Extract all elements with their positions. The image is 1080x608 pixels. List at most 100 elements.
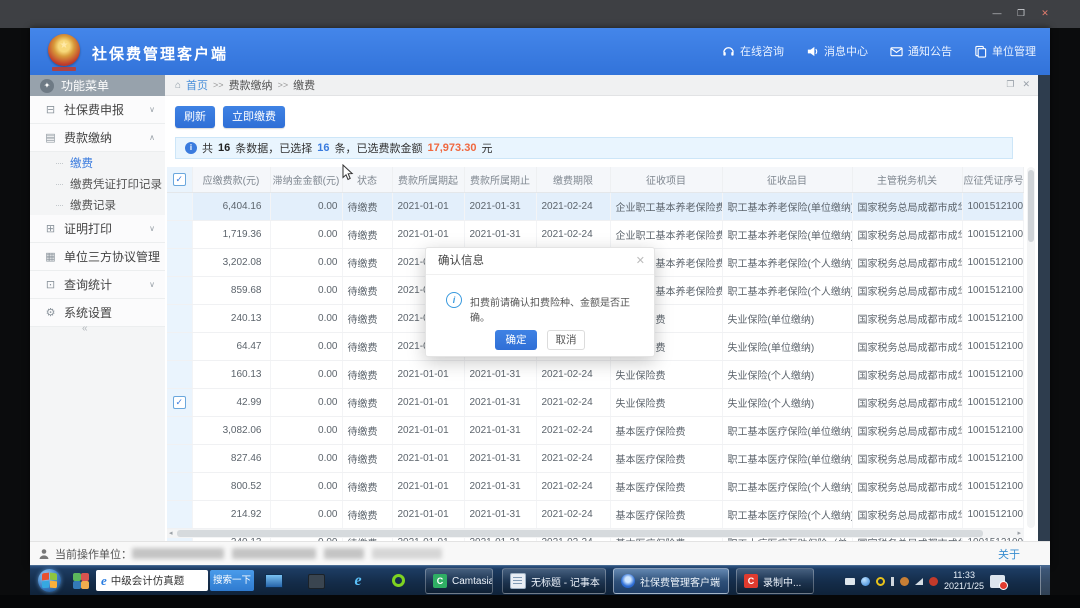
cell-voucher: 100151210000 xyxy=(962,417,1023,445)
network-blue-icon[interactable] xyxy=(861,577,870,586)
select-all-checkbox[interactable]: ✓ xyxy=(173,173,186,186)
sidebar-subitem-jiaofei[interactable]: 缴费 xyxy=(30,152,165,173)
info-icon: i xyxy=(185,142,197,154)
cell-category: 职工基本医疗保险(个人缴纳) xyxy=(722,501,852,529)
battery-icon[interactable] xyxy=(845,578,855,585)
screenshot-tool-icon[interactable] xyxy=(306,571,326,591)
scroll-right-arrow[interactable]: ▸ xyxy=(1017,529,1021,538)
vertical-scrollbar-thumb[interactable] xyxy=(1028,170,1034,242)
sidebar: ✦ 功能菜单 ⊟ 社保费申报 ∨ ▤ 费款缴纳 ∧ 缴费 缴费凭证打印记录 缴费… xyxy=(30,75,166,541)
cell-item: 企业职工基本养老保险费 xyxy=(610,193,722,221)
cell-amount: 3,082.06 xyxy=(192,417,270,445)
breadcrumb-jiaofei[interactable]: 缴费 xyxy=(293,77,315,93)
taskbar-task-notepad[interactable]: 无标题 - 记事本 xyxy=(502,568,606,594)
column-header[interactable]: 征收项目 xyxy=(610,167,722,193)
sidebar-item-xitong-shezhi[interactable]: ⚙ 系统设置 xyxy=(30,299,165,327)
cell-category: 职工基本养老保险(个人缴纳) xyxy=(722,277,852,305)
close-icon[interactable]: ✕ xyxy=(1038,6,1052,20)
cell-period-start: 2021-01-01 xyxy=(392,221,464,249)
dialog-cancel-button[interactable]: 取消 xyxy=(547,330,585,350)
row-checkbox[interactable]: ✓ xyxy=(173,396,186,409)
column-header[interactable]: 主管税务机关 xyxy=(852,167,962,193)
taskbar-clock[interactable]: 11:33 2021/1/25 xyxy=(944,570,984,592)
vertical-scrollbar[interactable] xyxy=(1027,167,1035,528)
column-header[interactable]: 征收品目 xyxy=(722,167,852,193)
horizontal-scrollbar-thumb[interactable] xyxy=(177,530,983,537)
show-desktop-strip[interactable] xyxy=(1040,566,1050,596)
sidebar-subitem-jiaofei-record[interactable]: 缴费记录 xyxy=(30,194,165,215)
ime-icon[interactable] xyxy=(891,577,894,586)
start-button[interactable] xyxy=(38,569,61,592)
online-consult-button[interactable]: 在线咨询 xyxy=(722,43,784,59)
table-row[interactable]: ✓ 3,082.06 0.00 待缴费 2021-01-01 2021-01-3… xyxy=(167,417,1023,445)
sidebar-collapse-handle[interactable]: « xyxy=(82,323,88,334)
horizontal-scrollbar[interactable]: ◂ ▸ xyxy=(167,529,1023,538)
signal-icon[interactable] xyxy=(915,578,923,585)
cell-period-end: 2021-01-31 xyxy=(464,417,536,445)
sidebar-item-sanfang-xieyi[interactable]: ▦ 单位三方协议管理 xyxy=(30,243,165,271)
recorder-red-icon[interactable] xyxy=(929,577,938,586)
column-header[interactable]: 应缴费款(元) xyxy=(192,167,270,193)
chevron-up-icon: ∧ xyxy=(149,133,155,142)
cell-voucher: 100151210000 xyxy=(962,473,1023,501)
message-center-button[interactable]: 消息中心 xyxy=(806,43,868,59)
breadcrumb-home[interactable]: 首页 xyxy=(186,77,208,93)
pay-now-button[interactable]: 立即缴费 xyxy=(223,106,285,128)
notification-badge-icon[interactable] xyxy=(990,575,1005,588)
column-header[interactable]: 费款所属期起 xyxy=(392,167,464,193)
table-row[interactable]: ✓ 160.13 0.00 待缴费 2021-01-01 2021-01-31 … xyxy=(167,361,1023,389)
panel-close-icon[interactable]: ✕ xyxy=(1022,79,1030,90)
table-row[interactable]: ✓ 800.52 0.00 待缴费 2021-01-01 2021-01-31 … xyxy=(167,473,1023,501)
cell-authority: 国家税务总局成都市成华区... xyxy=(852,333,962,361)
cell-period-start: 2021-01-01 xyxy=(392,445,464,473)
taskbar-search-button[interactable]: 搜索一下 xyxy=(210,570,254,591)
bottom-letterbox xyxy=(0,595,1080,608)
table-row[interactable]: ✓ 1,719.36 0.00 待缴费 2021-01-01 2021-01-3… xyxy=(167,221,1023,249)
taskbar-task-camtasia[interactable]: C Camtasia 9 xyxy=(425,568,493,594)
cell-authority: 国家税务总局成都市成华区... xyxy=(852,389,962,417)
security-yellow-icon[interactable] xyxy=(876,577,885,586)
cell-voucher: 100151210000 xyxy=(962,389,1023,417)
about-link[interactable]: 关于 xyxy=(998,546,1020,562)
sidebar-item-feikuan-jiaona[interactable]: ▤ 费款缴纳 ∧ xyxy=(30,124,165,152)
cell-late-fee: 0.00 xyxy=(270,417,342,445)
update-orange-icon[interactable] xyxy=(900,577,909,586)
national-emblem-logo xyxy=(48,34,80,66)
cell-status: 待缴费 xyxy=(342,249,392,277)
dialog-ok-button[interactable]: 确定 xyxy=(495,330,537,350)
scroll-left-arrow[interactable]: ◂ xyxy=(169,529,173,538)
table-row[interactable]: ✓ 42.99 0.00 待缴费 2021-01-01 2021-01-31 2… xyxy=(167,389,1023,417)
sidebar-item-zhengming-print[interactable]: ⊞ 证明打印 ∨ xyxy=(30,215,165,243)
column-header[interactable]: 费款所属期止 xyxy=(464,167,536,193)
table-row[interactable]: ✓ 827.46 0.00 待缴费 2021-01-01 2021-01-31 … xyxy=(167,445,1023,473)
taskbar-search-input[interactable]: e 中级会计仿真题 xyxy=(96,570,208,591)
table-row[interactable]: ✓ 214.92 0.00 待缴费 2021-01-01 2021-01-31 … xyxy=(167,501,1023,529)
panel-restore-icon[interactable]: ❐ xyxy=(1006,79,1014,90)
unit-manage-button[interactable]: 单位管理 xyxy=(974,43,1036,59)
cell-voucher: 100151210000 xyxy=(962,445,1023,473)
taskbar-task-recorder[interactable]: C 录制中... xyxy=(736,568,814,594)
cell-amount: 42.99 xyxy=(192,389,270,417)
cell-deadline: 2021-02-24 xyxy=(536,445,610,473)
internet-explorer-icon[interactable]: e xyxy=(348,571,368,591)
breadcrumb-feikuan-jiaona[interactable]: 费款缴纳 xyxy=(229,77,273,93)
pinwheel-app-icon[interactable] xyxy=(72,572,90,590)
maximize-icon[interactable]: ❐ xyxy=(1014,6,1028,20)
table-row[interactable]: ✓ 6,404.16 0.00 待缴费 2021-01-01 2021-01-3… xyxy=(167,193,1023,221)
sidebar-subitem-pingzheng-print-record[interactable]: 缴费凭证打印记录 xyxy=(30,173,165,194)
column-header[interactable]: 滞纳金金额(元) xyxy=(270,167,342,193)
refresh-button[interactable]: 刷新 xyxy=(175,106,215,128)
cell-amount: 240.13 xyxy=(192,305,270,333)
cell-late-fee: 0.00 xyxy=(270,473,342,501)
show-desktop-icon[interactable] xyxy=(264,571,284,591)
column-header[interactable]: 缴费期限 xyxy=(536,167,610,193)
notice-button[interactable]: 通知公告 xyxy=(890,43,952,59)
sidebar-item-shebaofei-shenbao[interactable]: ⊟ 社保费申报 ∨ xyxy=(30,96,165,124)
green-browser-icon[interactable] xyxy=(388,571,408,591)
taskbar-task-shebao-client[interactable]: 社保费管理客户端 xyxy=(613,568,729,594)
sidebar-item-chaxun-tongji[interactable]: ⊡ 查询统计 ∨ xyxy=(30,271,165,299)
cell-voucher: 100151210000 xyxy=(962,501,1023,529)
minimize-icon[interactable]: — xyxy=(990,6,1004,20)
column-header[interactable]: 应征凭证序号 xyxy=(962,167,1023,193)
dialog-close-icon[interactable]: ✕ xyxy=(636,254,645,267)
